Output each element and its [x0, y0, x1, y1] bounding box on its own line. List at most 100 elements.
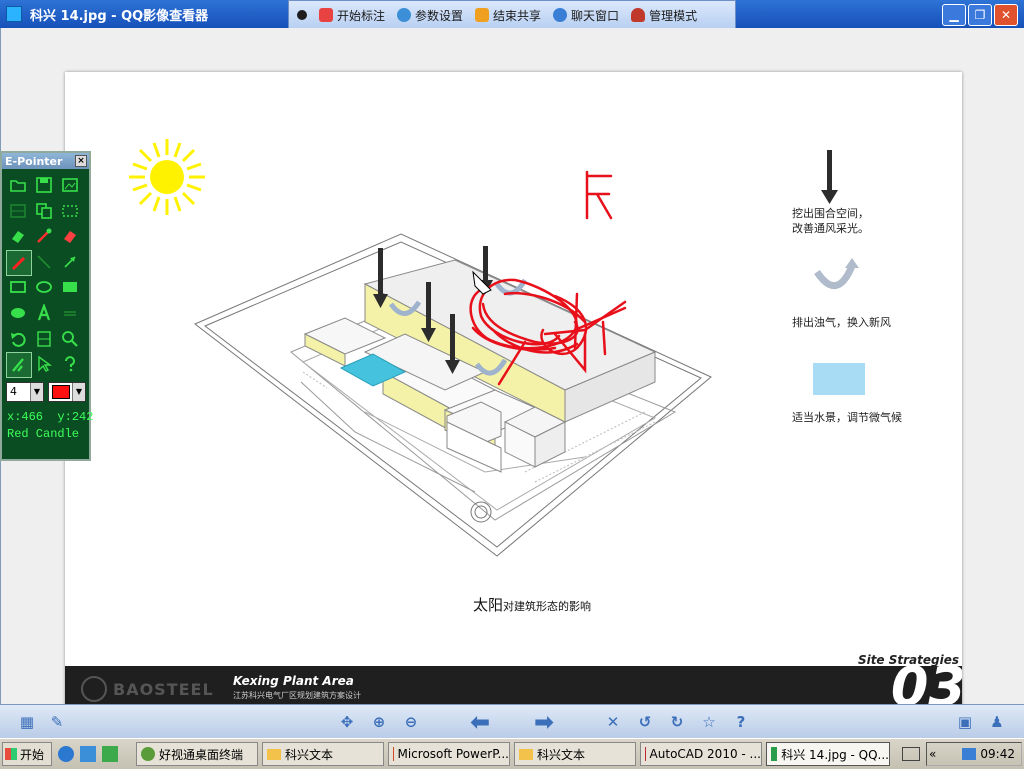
save-icon[interactable]	[32, 173, 56, 197]
ellipse-tool-icon[interactable]	[32, 275, 56, 299]
network-icon[interactable]	[962, 748, 976, 760]
rectangle-tool-icon[interactable]	[6, 275, 30, 299]
pen-width-value: 4	[10, 385, 17, 398]
close-button[interactable]: ✕	[994, 4, 1018, 26]
windows-logo-icon	[5, 748, 17, 760]
coord-y: y:242	[57, 410, 93, 424]
task-label: 好视通桌面终端	[159, 746, 243, 763]
highlighter-tool-icon[interactable]	[58, 301, 82, 325]
caption-rest: 对建筑形态的影响	[503, 600, 591, 613]
quicklaunch-desktop-icon[interactable]	[80, 746, 96, 762]
pin-icon[interactable]	[297, 10, 307, 20]
thumbnail-icon[interactable]: ▦	[18, 713, 36, 731]
chat-window-button[interactable]: 聊天窗口	[553, 7, 619, 24]
brush-icon[interactable]: ✎	[48, 713, 66, 731]
settings-label: 参数设置	[415, 7, 463, 24]
slide-image: 挖出围合空间， 改善通风采光。 排出浊气，换入新风 适当水景，调节微气候 太阳对…	[65, 72, 962, 710]
footer-title: Kexing Plant Area	[233, 674, 354, 688]
zoom-out-icon[interactable]: ⊖	[402, 713, 420, 731]
counter-icon[interactable]	[32, 327, 56, 351]
next-arrow-icon[interactable]: ➡	[526, 713, 562, 731]
start-annotate-button[interactable]: 开始标注	[319, 7, 385, 24]
viewer-icon	[771, 747, 777, 761]
quicklaunch-app-icon[interactable]	[102, 746, 118, 762]
pipette-icon[interactable]	[32, 224, 56, 248]
favorite-icon[interactable]: ☆	[700, 713, 718, 731]
skin-icon[interactable]: ♟	[988, 713, 1006, 731]
open-file-icon[interactable]	[6, 173, 30, 197]
task-label: AutoCAD 2010 - ...	[650, 747, 761, 761]
help-icon[interactable]	[58, 352, 82, 376]
legend-text-3: 适当水景，调节微气候	[792, 409, 902, 425]
zoom-icon[interactable]	[58, 327, 82, 351]
grid-icon[interactable]	[6, 199, 30, 223]
folder-icon	[519, 749, 533, 760]
maximize-button[interactable]: ❐	[968, 4, 992, 26]
taskbar: 开始 好视通桌面终端 科兴文本 Microsoft PowerP... 科兴文本…	[0, 738, 1024, 769]
eraser-icon[interactable]	[6, 224, 30, 248]
cursor-tool-icon[interactable]	[32, 352, 56, 376]
task-folder-2[interactable]: 科兴文本	[514, 742, 636, 766]
coordinates-readout: x:466 y:242	[2, 410, 89, 424]
start-label: 开始	[20, 746, 44, 763]
rotate-right-icon[interactable]: ↻	[668, 713, 686, 731]
pointer-tool-icon[interactable]	[6, 352, 32, 378]
folder-icon	[267, 749, 281, 760]
tray-expand-icon[interactable]: «	[927, 747, 936, 761]
task-label: 科兴文本	[285, 746, 333, 763]
keyboard-icon[interactable]	[902, 747, 920, 761]
task-desktop-client[interactable]: 好视通桌面终端	[136, 742, 258, 766]
pen-tool-icon[interactable]	[6, 250, 32, 276]
select-rect-icon[interactable]	[58, 199, 82, 223]
epointer-tools	[2, 169, 89, 378]
delete-icon[interactable]: ✕	[604, 713, 622, 731]
task-image-viewer[interactable]: 科兴 14.jpg - QQ...	[766, 742, 890, 766]
task-autocad[interactable]: AutoCAD 2010 - ...	[640, 742, 762, 766]
autocad-icon	[645, 747, 646, 761]
quicklaunch-ie-icon[interactable]	[58, 746, 74, 762]
minimize-button[interactable]: ▁	[942, 4, 966, 26]
clock[interactable]: 09:42	[980, 747, 1015, 761]
clear-icon[interactable]	[58, 224, 82, 248]
settings-button[interactable]: 参数设置	[397, 7, 463, 24]
filled-ellipse-tool-icon[interactable]	[6, 301, 30, 325]
task-powerpoint[interactable]: Microsoft PowerP...	[388, 742, 510, 766]
help-icon[interactable]: ?	[732, 713, 750, 731]
admin-mode-button[interactable]: 管理模式	[631, 7, 697, 24]
text-tool-icon[interactable]	[32, 301, 56, 325]
previous-arrow-icon[interactable]: ⬅	[462, 713, 498, 731]
task-label: 科兴 14.jpg - QQ...	[781, 746, 889, 763]
pen-width-select[interactable]: 4 ▼	[6, 382, 44, 402]
save-image-icon[interactable]: ▣	[956, 713, 974, 731]
arrow-tool-icon[interactable]	[58, 250, 82, 274]
app-icon	[141, 747, 155, 761]
admin-icon	[631, 8, 645, 22]
task-label: Microsoft PowerP...	[397, 747, 509, 761]
screenshot-icon[interactable]	[58, 173, 82, 197]
stop-share-button[interactable]: 结束共享	[475, 7, 541, 24]
fit-icon[interactable]: ✥	[338, 713, 356, 731]
epointer-close-button[interactable]: ×	[75, 155, 87, 167]
start-button[interactable]: 开始	[2, 742, 52, 766]
filled-rect-tool-icon[interactable]	[58, 275, 82, 299]
caption-main: 太阳	[473, 596, 503, 614]
copy-icon[interactable]	[32, 199, 56, 223]
coord-x: x:466	[7, 410, 43, 424]
status-text: Red Candle	[2, 427, 89, 441]
image-viewer: 挖出围合空间， 改善通风采光。 排出浊气，换入新风 适当水景，调节微气候 太阳对…	[0, 28, 1024, 704]
undo-icon[interactable]	[6, 327, 30, 351]
epointer-panel: E-Pointer × 4 ▼ ▼	[0, 151, 91, 461]
legend-text-2: 排出浊气，换入新风	[792, 314, 891, 330]
epointer-titlebar[interactable]: E-Pointer ×	[2, 153, 89, 169]
task-folder-1[interactable]: 科兴文本	[262, 742, 384, 766]
chat-icon	[553, 8, 567, 22]
legend-text-1: 挖出围合空间， 改善通风采光。	[792, 207, 869, 237]
line-tool-icon[interactable]	[32, 250, 56, 274]
rotate-left-icon[interactable]: ↺	[636, 713, 654, 731]
zoom-in-icon[interactable]: ⊕	[370, 713, 388, 731]
system-tray: « 09:42	[926, 742, 1022, 766]
viewer-controls: ▦ ✎ ✥ ⊕ ⊖ ⬅ ➡ ✕ ↺ ↻ ☆ ? ▣ ♟	[0, 704, 1024, 739]
legend-wind-arrowhead	[845, 258, 859, 268]
footer-subtitle: 江苏科兴电气厂区规划建筑方案设计	[233, 690, 361, 701]
pen-color-select[interactable]: ▼	[48, 382, 86, 402]
